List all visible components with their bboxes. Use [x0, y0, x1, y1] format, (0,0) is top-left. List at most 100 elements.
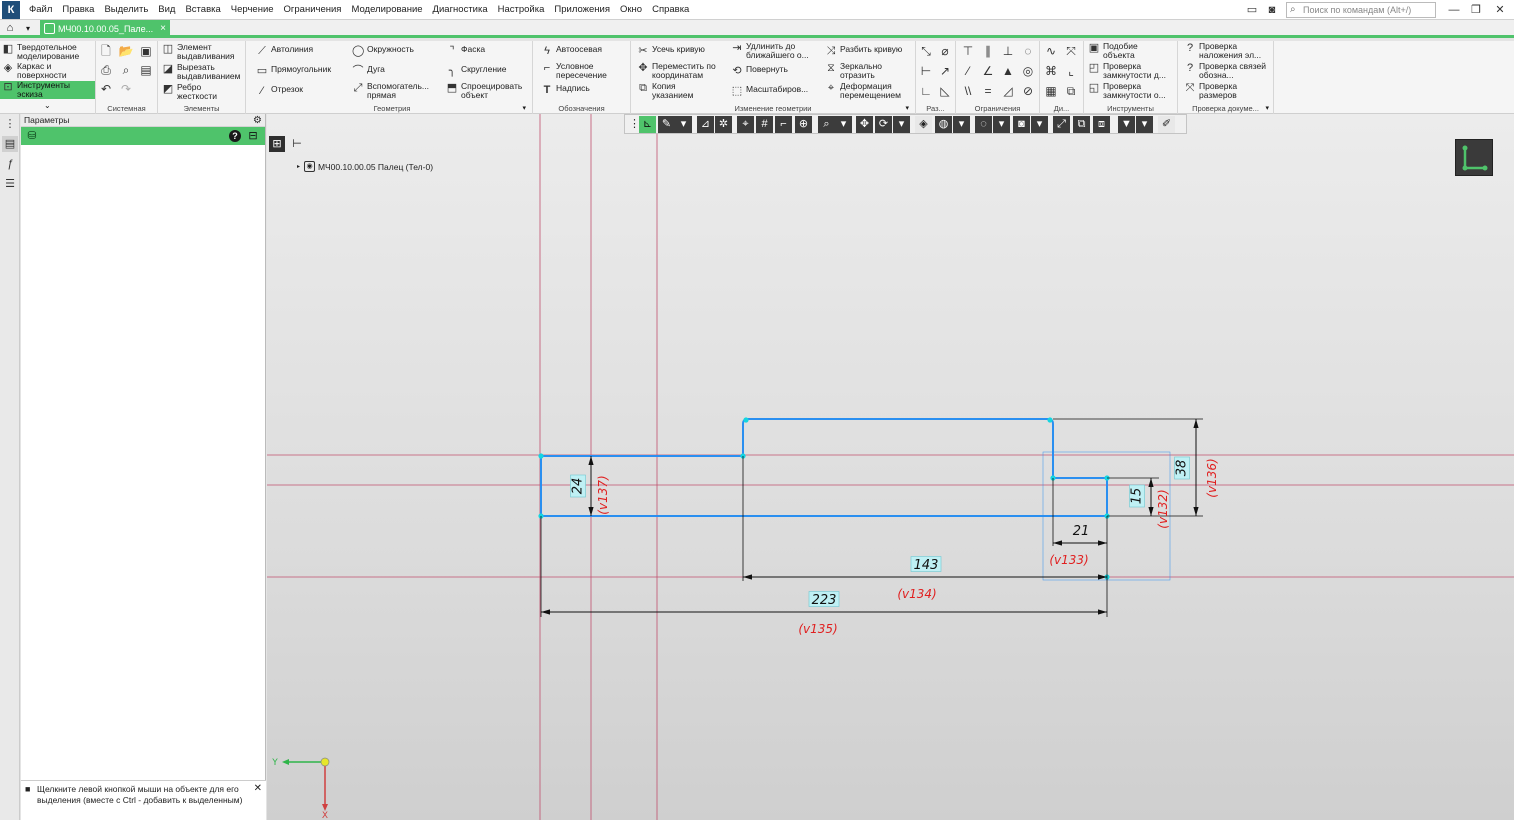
- origin-point[interactable]: [320, 757, 330, 767]
- scale-button[interactable]: ⬚ Масштабиров...: [731, 85, 808, 97]
- conditional-intersection-button[interactable]: ⌐ Условное пересечение: [541, 62, 618, 79]
- arc-button[interactable]: ⌒ Дуга: [352, 65, 385, 77]
- dim-value-143[interactable]: 143: [914, 558, 939, 573]
- save-all-icon[interactable]: ▤: [138, 62, 154, 78]
- zoom-window-icon[interactable]: ⌕: [818, 116, 835, 133]
- pan-icon[interactable]: ✥: [856, 116, 873, 133]
- tree-structure-icon[interactable]: ⊢: [289, 136, 305, 152]
- dim-line-24-arrow-0[interactable]: [588, 456, 594, 465]
- menu-modeling[interactable]: Моделирование: [346, 0, 427, 20]
- axis-y-label[interactable]: Y: [271, 758, 278, 768]
- menu-edit[interactable]: Правка: [57, 0, 99, 20]
- dim-value-38[interactable]: 38: [1175, 460, 1190, 477]
- redo-icon[interactable]: ↷: [118, 81, 134, 97]
- sketch-drawing[interactable]: 24 (v137) 38 (v136) 15 (v132) 21 (v133) 143 (v134…: [267, 114, 1514, 820]
- tangent-constraint-icon[interactable]: ◌: [1020, 43, 1036, 59]
- dim-line-143-arrow-0[interactable]: [743, 574, 752, 580]
- eyedropper-icon[interactable]: ✐: [1158, 116, 1175, 133]
- snap-tool-icon[interactable]: ⌘: [1043, 63, 1059, 79]
- angle-constraint-icon[interactable]: ∠: [980, 63, 996, 79]
- dim-line-15-arrow-0[interactable]: [1148, 478, 1154, 487]
- coincident-constraint-icon[interactable]: ⊘: [1020, 83, 1036, 99]
- equal-constraint-icon[interactable]: =: [980, 83, 996, 99]
- menu-drawing[interactable]: Черчение: [226, 0, 279, 20]
- restore-icon[interactable]: ❐: [1468, 2, 1484, 18]
- help-icon[interactable]: ?: [229, 130, 241, 142]
- symmetry-constraint-icon[interactable]: ◿: [1000, 83, 1016, 99]
- normal-view-icon[interactable]: ⊿: [697, 116, 714, 133]
- dim-value-223[interactable]: 223: [812, 593, 837, 608]
- autoline-button[interactable]: ⟋ Автолиния: [256, 45, 313, 57]
- chevron-down-icon[interactable]: ▾: [1031, 116, 1048, 133]
- chevron-down-icon[interactable]: ▾: [993, 116, 1010, 133]
- orientation-icon[interactable]: ✲: [715, 116, 732, 133]
- collinear-constraint-icon[interactable]: ⁄: [960, 63, 976, 79]
- cut-extrude-button[interactable]: ◪ Вырезать выдавливанием: [162, 63, 247, 80]
- expand-arrow-icon[interactable]: ▸: [297, 163, 300, 170]
- tree-toggle-icon[interactable]: ⊞: [269, 136, 285, 152]
- deform-button[interactable]: ⌖ Деформация перемещением: [825, 82, 916, 99]
- dim-line-223-arrow-0[interactable]: [541, 609, 550, 615]
- home-icon[interactable]: ⌂: [2, 21, 18, 36]
- print-icon[interactable]: ⎙: [98, 62, 114, 78]
- snap-points-icon[interactable]: ⌖: [737, 116, 754, 133]
- move-by-coords-button[interactable]: ✥ Переместить по координатам: [637, 62, 728, 79]
- zoom-icon[interactable]: ⊕: [795, 116, 812, 133]
- chevron-down-icon[interactable]: ▾: [675, 116, 692, 133]
- menu-diagnostics[interactable]: Диагностика: [428, 0, 493, 20]
- sketch-mode-icon[interactable]: ⊾: [639, 116, 656, 133]
- sketch-node-7[interactable]: [743, 417, 749, 423]
- filter-icon[interactable]: ▼: [1118, 116, 1135, 133]
- pen-tool-icon[interactable]: ✎: [658, 116, 675, 133]
- menu-window[interactable]: Окно: [615, 0, 647, 20]
- layout-icon[interactable]: ▭: [1244, 2, 1260, 18]
- dim-value-24[interactable]: 24: [571, 478, 586, 495]
- extrude-button[interactable]: ◫ Элемент выдавливания: [162, 43, 247, 60]
- auto-dimension-icon[interactable]: ⤡: [918, 43, 934, 59]
- chevron-down-icon[interactable]: ▾: [835, 116, 852, 133]
- mode-solid-modeling[interactable]: ◧ Твердотельное моделирование: [2, 43, 94, 61]
- library-icon[interactable]: ⛁: [25, 129, 39, 143]
- dim-line-21-arrow-1[interactable]: [1098, 540, 1107, 546]
- dim-line-21-arrow-0[interactable]: [1053, 540, 1062, 546]
- parameters-icon[interactable]: ▤: [2, 136, 18, 152]
- grid-icon[interactable]: #: [756, 116, 773, 133]
- model-tree-root[interactable]: ▸ ◉ МЧ00.10.00.05 Палец (Тел-0): [297, 161, 433, 172]
- segment-button[interactable]: ⁄ Отрезок: [256, 85, 303, 97]
- selection-icon[interactable]: ⤢: [1053, 116, 1070, 133]
- rib-button[interactable]: ◩ Ребро жесткости: [162, 83, 232, 100]
- select-prev-icon[interactable]: ⧉: [1073, 116, 1090, 133]
- concentric-constraint-icon[interactable]: ◎: [1020, 63, 1036, 79]
- check-closure-d-button[interactable]: ◰ Проверка замкнутости д...: [1088, 62, 1175, 79]
- check-dimensions-button[interactable]: ⤧ Проверка размеров: [1184, 82, 1261, 99]
- command-search-input[interactable]: ⌕ Поиск по командам (Alt+/): [1286, 2, 1436, 18]
- sketch-node-8[interactable]: [1047, 417, 1053, 423]
- text-label-button[interactable]: T Надпись: [541, 84, 590, 96]
- link-tool-icon[interactable]: ⧉: [1063, 83, 1079, 99]
- menu-view[interactable]: Вид: [153, 0, 180, 20]
- extend-button[interactable]: ⇥ Удлинить до ближайшего о...: [731, 42, 824, 59]
- expand-icon[interactable]: ⌄: [44, 101, 51, 110]
- trim-curve-button[interactable]: ✂ Усечь кривую: [637, 45, 705, 57]
- close-window-icon[interactable]: ✕: [1492, 2, 1508, 18]
- dim-line-223-arrow-1[interactable]: [1098, 609, 1107, 615]
- fillet-button[interactable]: ╮ Скругление: [446, 65, 507, 77]
- sketch-contour[interactable]: [540, 418, 1108, 517]
- document-tab[interactable]: МЧ00.10.00.05_Пале... ×: [40, 20, 170, 38]
- display-style-icon[interactable]: ◍: [935, 116, 952, 133]
- drawing-canvas[interactable]: 24 (v137) 38 (v136) 15 (v132) 21 (v133) 143 (v134…: [267, 114, 1514, 820]
- mirror-button[interactable]: ⧖ Зеркально отразить: [825, 62, 902, 79]
- menu-select[interactable]: Выделить: [99, 0, 153, 20]
- arc-dimension-icon[interactable]: ◺: [937, 83, 953, 99]
- save-icon[interactable]: ▣: [138, 43, 154, 59]
- dim-var-v135[interactable]: (v135): [798, 622, 837, 636]
- chevron-down-icon[interactable]: ▾: [953, 116, 970, 133]
- select-list-icon[interactable]: ⧈: [1093, 116, 1110, 133]
- dim-var-v132[interactable]: (v132): [1156, 489, 1170, 528]
- dim-line-24-arrow-1[interactable]: [588, 507, 594, 516]
- split-curve-button[interactable]: ⤨ Разбить кривую: [825, 45, 903, 57]
- local-cs-icon[interactable]: ⌐: [775, 116, 792, 133]
- check-closure-o-button[interactable]: ◱ Проверка замкнутости о...: [1088, 82, 1175, 99]
- linear-dimension-icon[interactable]: ⊢: [918, 63, 934, 79]
- hide-icon[interactable]: ◌: [975, 116, 992, 133]
